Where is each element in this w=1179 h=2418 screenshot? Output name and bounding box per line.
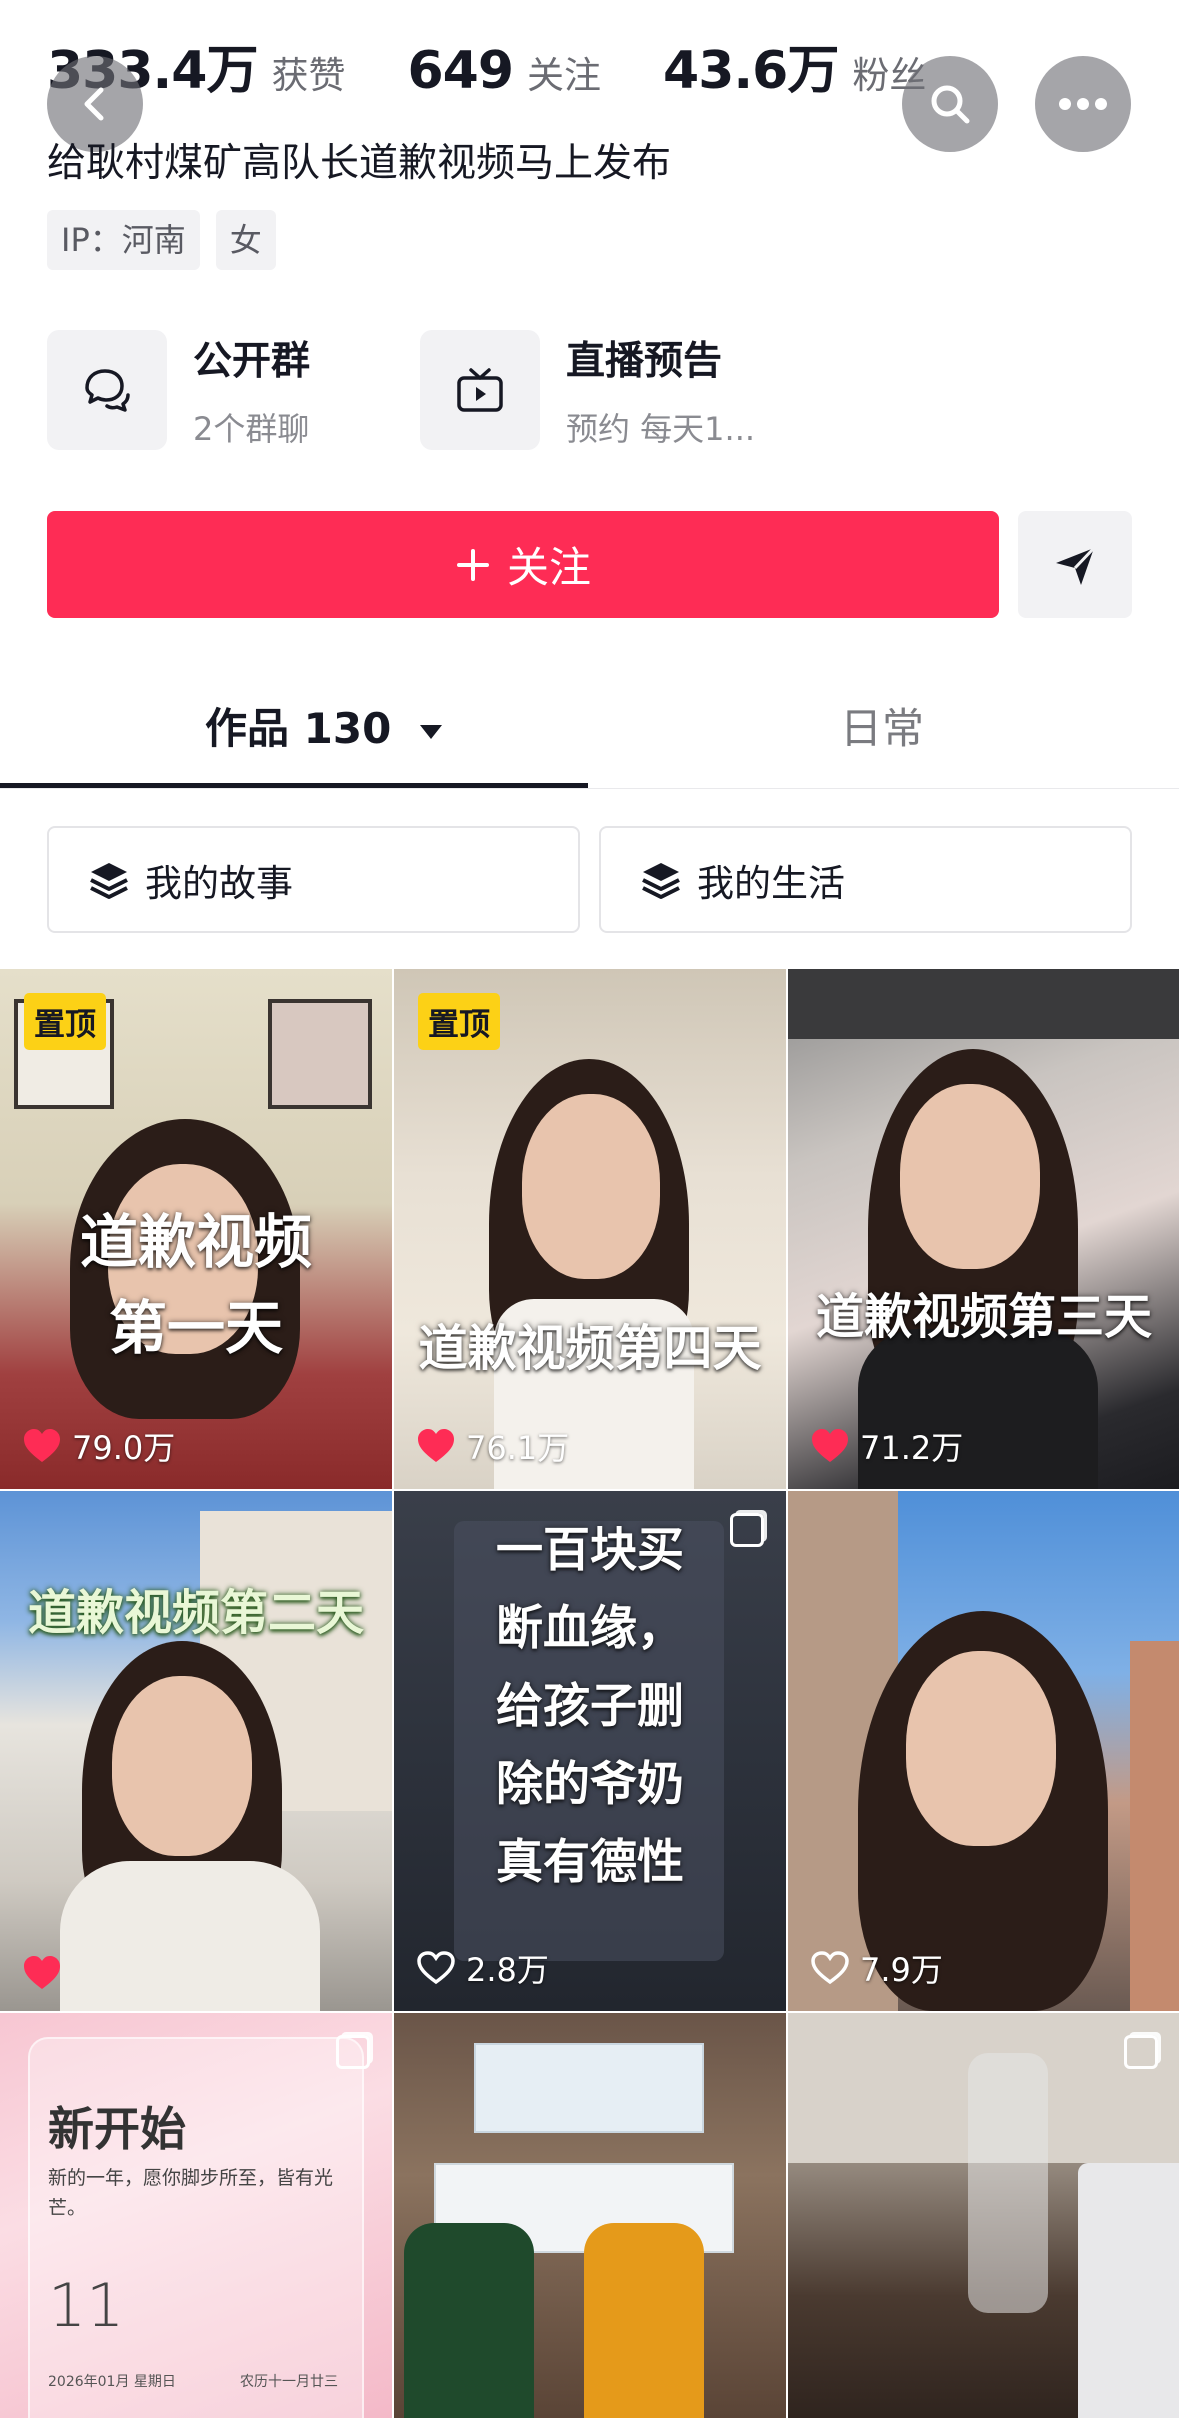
search-button[interactable] xyxy=(902,56,998,152)
video-tile[interactable] xyxy=(788,2013,1179,2418)
video-caption: 断血缘， xyxy=(496,1601,684,1656)
heart-icon xyxy=(24,1429,60,1462)
video-tile[interactable] xyxy=(394,2013,786,2418)
public-group-title: 公开群 xyxy=(193,339,311,384)
card-date: 2026年01月 星期日 xyxy=(48,2374,176,2390)
video-tile[interactable]: 道歉视频第二天 xyxy=(0,1491,392,2011)
multi-image-icon xyxy=(1124,2035,1158,2069)
followers-count[interactable]: 43.6万 xyxy=(663,28,839,103)
collection-label: 我的故事 xyxy=(145,861,293,905)
ip-location-tag: IP：河南 xyxy=(47,210,200,270)
profile-tags: IP：河南 女 xyxy=(47,210,276,270)
like-count xyxy=(22,1955,72,1991)
video-tile[interactable]: 置顶 道歉视频第四天 76.1万 xyxy=(394,969,786,1489)
send-icon xyxy=(1056,546,1096,585)
tab-works[interactable]: 作品 130 xyxy=(205,695,444,756)
tab-daily[interactable]: 日常 xyxy=(840,695,924,756)
video-tile[interactable]: 新开始 新的一年，愿你脚步所至，皆有光芒。 11 2026年01月 星期日 农历… xyxy=(0,2013,392,2418)
tab-divider xyxy=(0,788,1179,789)
layers-icon xyxy=(90,862,128,899)
live-preview-entry[interactable]: 直播预告 预约 每天1... xyxy=(420,330,755,450)
following-label[interactable]: 关注 xyxy=(527,45,601,99)
group-chat-icon-box xyxy=(47,330,167,450)
like-count: 2.8万 xyxy=(416,1945,549,1991)
collection-my-life[interactable]: 我的生活 xyxy=(599,826,1132,933)
profile-bio: 给耿村煤矿高队长道歉视频马上发布 xyxy=(47,141,672,186)
layers-icon xyxy=(642,862,680,899)
following-count[interactable]: 649 xyxy=(407,41,514,101)
share-button[interactable] xyxy=(1018,511,1132,618)
video-caption: 除的爷奶 xyxy=(496,1757,684,1812)
heart-outline-icon xyxy=(811,1951,849,1985)
like-count-value: 71.2万 xyxy=(860,1429,964,1467)
collection-my-story[interactable]: 我的故事 xyxy=(47,826,580,933)
gender-tag: 女 xyxy=(215,210,276,270)
like-count: 79.0万 xyxy=(22,1423,175,1469)
video-caption: 给孩子删 xyxy=(496,1679,684,1734)
more-button[interactable] xyxy=(1035,56,1131,152)
video-caption: 道歉视频第四天 xyxy=(418,1320,762,1377)
video-caption: 一百块买 xyxy=(496,1523,684,1578)
card-title: 新开始 xyxy=(48,2102,186,2156)
like-count: 7.9万 xyxy=(810,1945,943,1991)
multi-image-icon xyxy=(336,2035,370,2069)
back-icon xyxy=(84,87,104,121)
pinned-badge: 置顶 xyxy=(418,993,500,1050)
card-text: 新的一年，愿你脚步所至，皆有光芒。 xyxy=(48,2167,334,2219)
follow-label: 关注 xyxy=(506,543,591,592)
public-group-subtitle: 2个群聊 xyxy=(193,410,310,448)
profile-stats: 333.4万 获赞 649 关注 43.6万 粉丝 xyxy=(47,28,926,103)
more-icon xyxy=(1059,98,1107,110)
search-icon xyxy=(931,85,970,124)
tab-works-label: 作品 130 xyxy=(205,704,392,753)
card-lunar-date: 农历十一月廿三 xyxy=(240,2374,338,2390)
video-caption: 第一天 xyxy=(108,1294,283,1362)
video-tile[interactable]: 一百块买 断血缘， 给孩子删 除的爷奶 真有德性 2.8万 xyxy=(394,1491,786,2011)
video-caption: 真有德性 xyxy=(496,1835,684,1890)
like-count-value: 7.9万 xyxy=(860,1951,943,1989)
video-caption: 道歉视频第三天 xyxy=(815,1289,1152,1345)
card-day-number: 11 xyxy=(48,2271,125,2341)
like-count-value: 79.0万 xyxy=(72,1429,176,1467)
tv-icon xyxy=(457,368,503,412)
collection-label: 我的生活 xyxy=(697,861,845,905)
pinned-badge: 置顶 xyxy=(24,993,106,1050)
video-caption: 道歉视频第二天 xyxy=(27,1585,364,1641)
heart-outline-icon xyxy=(417,1951,455,1985)
like-count-value: 76.1万 xyxy=(466,1429,570,1467)
caret-down-icon xyxy=(419,724,442,739)
video-tile[interactable]: 7.9万 xyxy=(788,1491,1179,2011)
follow-button[interactable]: 关注 xyxy=(47,511,999,618)
group-chat-icon xyxy=(85,369,130,412)
plus-icon xyxy=(456,548,489,581)
video-tile[interactable]: 置顶 道歉视频 第一天 79.0万 xyxy=(0,969,392,1489)
heart-icon xyxy=(24,1956,60,1989)
like-count-value: 2.8万 xyxy=(466,1951,549,1989)
heart-icon xyxy=(812,1429,848,1462)
video-caption: 道歉视频 xyxy=(79,1208,312,1276)
heart-icon xyxy=(418,1429,454,1462)
like-count: 71.2万 xyxy=(810,1423,963,1469)
public-group-entry[interactable]: 公开群 2个群聊 xyxy=(47,330,310,450)
tv-icon-box xyxy=(420,330,540,450)
live-preview-subtitle: 预约 每天1... xyxy=(566,410,756,448)
like-count: 76.1万 xyxy=(416,1423,569,1469)
live-preview-title: 直播预告 xyxy=(566,339,723,384)
likes-label: 获赞 xyxy=(271,54,346,97)
video-tile[interactable]: 道歉视频第三天 71.2万 xyxy=(788,969,1179,1489)
